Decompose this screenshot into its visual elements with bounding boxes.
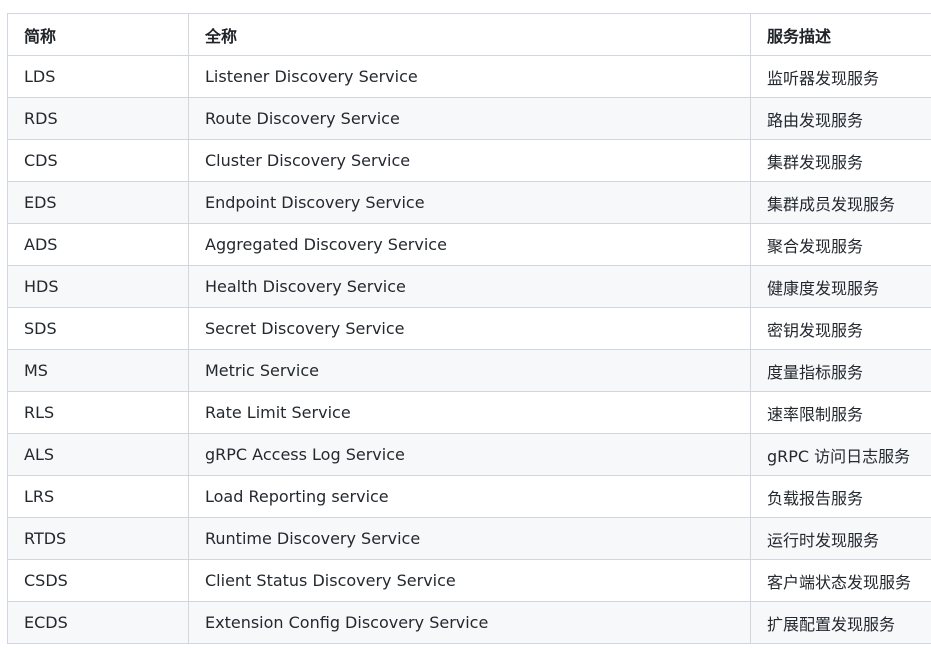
cell-description: 客户端状态发现服务: [750, 559, 931, 602]
table-row: SDS Secret Discovery Service 密钥发现服务: [7, 307, 931, 350]
table-body: LDS Listener Discovery Service 监听器发现服务 R…: [7, 55, 931, 644]
table-row: LDS Listener Discovery Service 监听器发现服务: [7, 55, 931, 98]
cell-description: 度量指标服务: [750, 349, 931, 392]
cell-abbreviation: SDS: [7, 307, 189, 350]
cell-description: gRPC 访问日志服务: [750, 433, 931, 476]
cell-full-name: Aggregated Discovery Service: [188, 223, 751, 266]
cell-abbreviation: EDS: [7, 181, 189, 224]
cell-full-name: Extension Config Discovery Service: [188, 601, 751, 644]
cell-abbreviation: CDS: [7, 139, 189, 182]
cell-abbreviation: RTDS: [7, 517, 189, 560]
cell-abbreviation: CSDS: [7, 559, 189, 602]
cell-abbreviation: RDS: [7, 97, 189, 140]
cell-description: 路由发现服务: [750, 97, 931, 140]
table-row: ECDS Extension Config Discovery Service …: [7, 601, 931, 644]
cell-full-name: Endpoint Discovery Service: [188, 181, 751, 224]
cell-full-name: Metric Service: [188, 349, 751, 392]
cell-description: 监听器发现服务: [750, 55, 931, 98]
cell-full-name: Runtime Discovery Service: [188, 517, 751, 560]
table-header: 简称 全称 服务描述: [7, 13, 931, 56]
cell-abbreviation: LRS: [7, 475, 189, 518]
table-container: 简称 全称 服务描述 LDS Listener Discovery Servic…: [7, 13, 931, 644]
cell-full-name: Load Reporting service: [188, 475, 751, 518]
table-row: MS Metric Service 度量指标服务: [7, 349, 931, 392]
cell-description: 健康度发现服务: [750, 265, 931, 308]
cell-full-name: Route Discovery Service: [188, 97, 751, 140]
cell-abbreviation: HDS: [7, 265, 189, 308]
table-row: EDS Endpoint Discovery Service 集群成员发现服务: [7, 181, 931, 224]
cell-abbreviation: ADS: [7, 223, 189, 266]
table-row: RDS Route Discovery Service 路由发现服务: [7, 97, 931, 140]
table-row: ADS Aggregated Discovery Service 聚合发现服务: [7, 223, 931, 266]
cell-full-name: Client Status Discovery Service: [188, 559, 751, 602]
cell-abbreviation: MS: [7, 349, 189, 392]
cell-description: 密钥发现服务: [750, 307, 931, 350]
table-row: LRS Load Reporting service 负载报告服务: [7, 475, 931, 518]
header-full-name: 全称: [188, 13, 751, 56]
table-row: CDS Cluster Discovery Service 集群发现服务: [7, 139, 931, 182]
table-row: RLS Rate Limit Service 速率限制服务: [7, 391, 931, 434]
cell-full-name: Health Discovery Service: [188, 265, 751, 308]
cell-description: 扩展配置发现服务: [750, 601, 931, 644]
header-description: 服务描述: [750, 13, 931, 56]
header-row: 简称 全称 服务描述: [7, 13, 931, 56]
cell-full-name: Cluster Discovery Service: [188, 139, 751, 182]
cell-full-name: Listener Discovery Service: [188, 55, 751, 98]
cell-abbreviation: ECDS: [7, 601, 189, 644]
table-row: HDS Health Discovery Service 健康度发现服务: [7, 265, 931, 308]
cell-full-name: Rate Limit Service: [188, 391, 751, 434]
cell-description: 运行时发现服务: [750, 517, 931, 560]
table-row: RTDS Runtime Discovery Service 运行时发现服务: [7, 517, 931, 560]
cell-abbreviation: RLS: [7, 391, 189, 434]
cell-abbreviation: LDS: [7, 55, 189, 98]
cell-description: 集群成员发现服务: [750, 181, 931, 224]
cell-description: 速率限制服务: [750, 391, 931, 434]
cell-full-name: gRPC Access Log Service: [188, 433, 751, 476]
header-abbreviation: 简称: [7, 13, 189, 56]
table-row: CSDS Client Status Discovery Service 客户端…: [7, 559, 931, 602]
table-row: ALS gRPC Access Log Service gRPC 访问日志服务: [7, 433, 931, 476]
cell-description: 集群发现服务: [750, 139, 931, 182]
xds-services-table: 简称 全称 服务描述 LDS Listener Discovery Servic…: [7, 13, 931, 644]
cell-description: 负载报告服务: [750, 475, 931, 518]
cell-abbreviation: ALS: [7, 433, 189, 476]
cell-full-name: Secret Discovery Service: [188, 307, 751, 350]
cell-description: 聚合发现服务: [750, 223, 931, 266]
